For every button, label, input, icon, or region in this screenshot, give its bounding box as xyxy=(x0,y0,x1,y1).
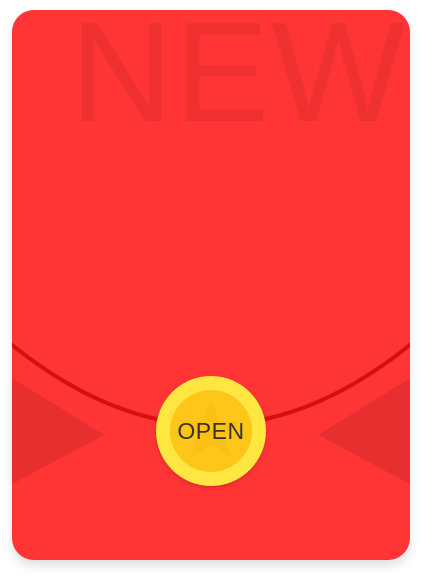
red-envelope: NEW OPEN xyxy=(12,10,410,560)
open-button[interactable]: OPEN xyxy=(156,376,266,486)
open-button-label: OPEN xyxy=(177,418,245,444)
